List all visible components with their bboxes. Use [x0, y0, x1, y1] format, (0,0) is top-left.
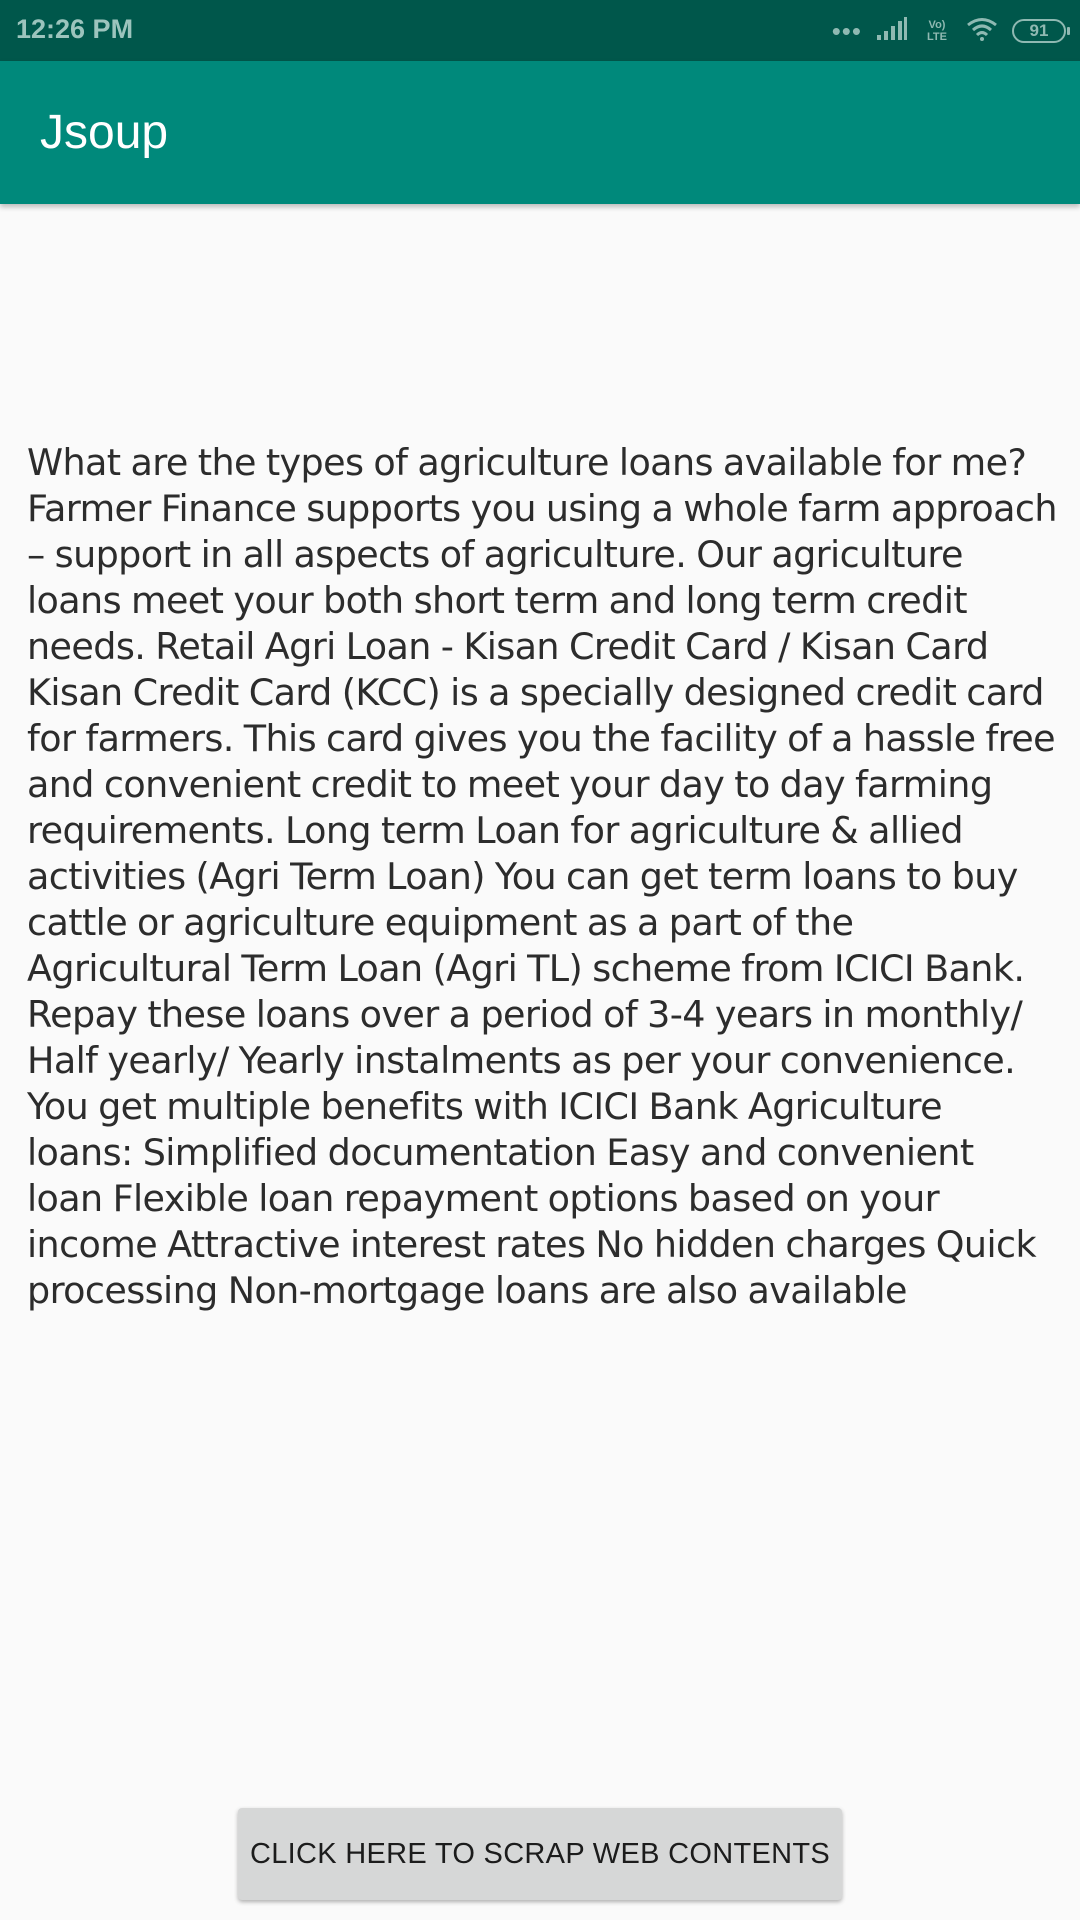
app-screen: 12:26 PM ••• Vo) LTE 91 Jsoup What are t…: [0, 0, 1080, 1920]
wifi-icon: [966, 17, 998, 46]
scraped-content-text: What are the types of agriculture loans …: [27, 441, 1057, 1312]
scrap-web-contents-button[interactable]: CLICK HERE TO SCRAP WEB CONTENTS: [238, 1808, 842, 1900]
status-time: 12:26 PM: [16, 14, 134, 44]
status-bar: 12:26 PM ••• Vo) LTE 91: [0, 0, 1080, 61]
battery-icon: 91: [1012, 19, 1070, 43]
app-title: Jsoup: [40, 106, 169, 159]
signal-icon: [876, 16, 908, 46]
app-bar: Jsoup: [0, 61, 1080, 204]
status-icons: ••• Vo) LTE 91: [831, 12, 1070, 50]
dots-icon: •••: [831, 16, 862, 46]
volte-icon: Vo) LTE: [927, 19, 947, 43]
